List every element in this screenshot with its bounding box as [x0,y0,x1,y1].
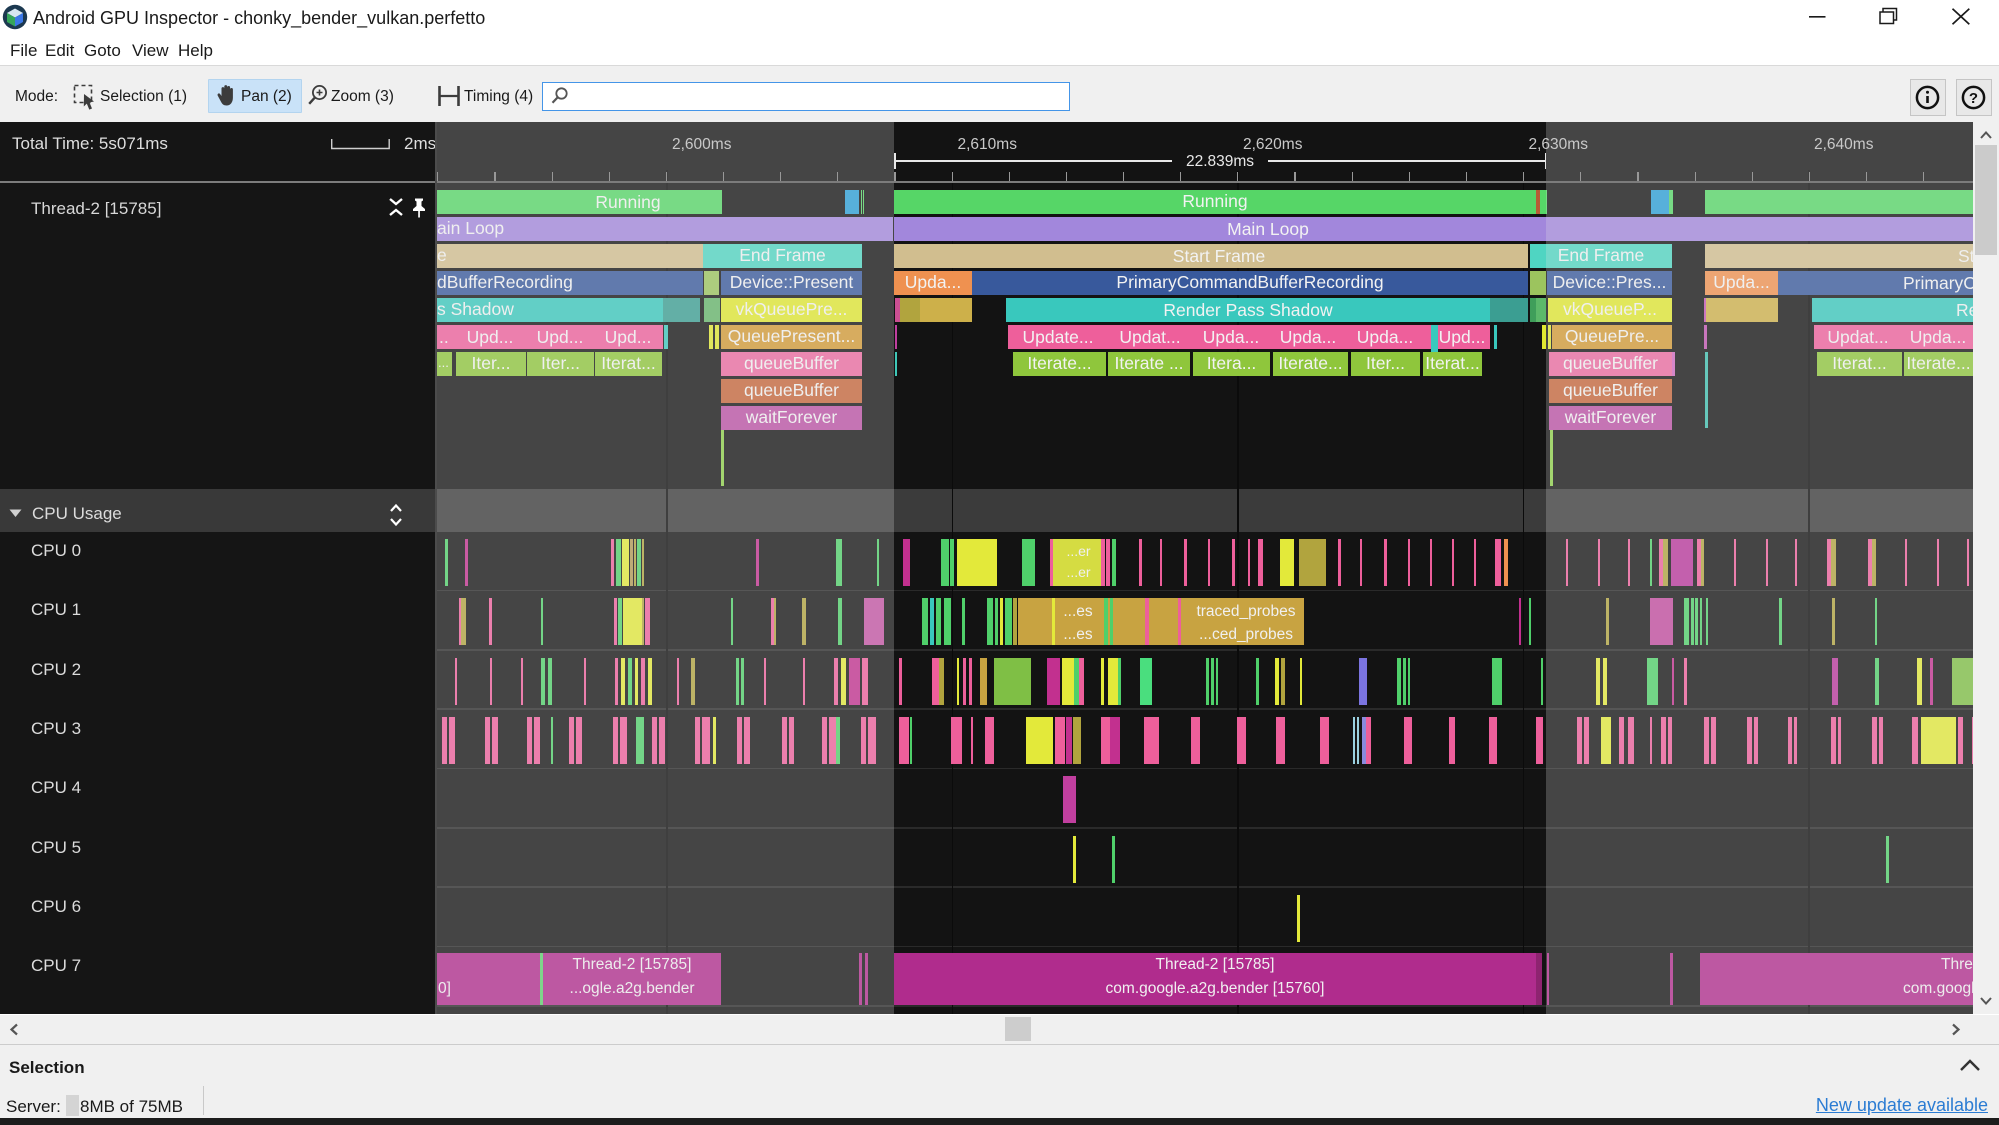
svg-text:?: ? [1969,90,1978,107]
